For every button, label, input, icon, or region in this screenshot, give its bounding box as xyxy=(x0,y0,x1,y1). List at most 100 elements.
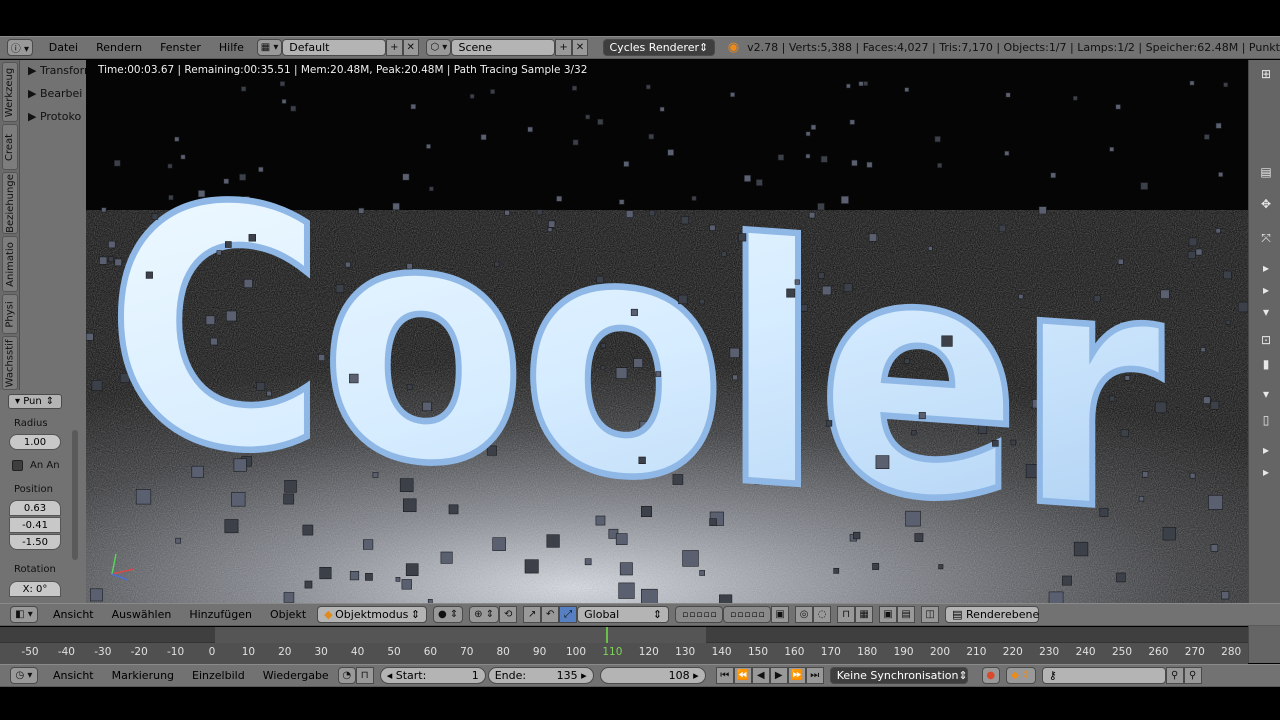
expand-arrow-icon[interactable]: ▸ xyxy=(1257,442,1275,458)
shading-dropdown[interactable]: ● ⇕ xyxy=(433,606,464,623)
translate-manipulator[interactable]: ↗ xyxy=(523,606,542,623)
lock-layers-button[interactable]: ▣ xyxy=(771,606,790,623)
menu-playback[interactable]: Wiedergabe xyxy=(254,669,338,682)
falloff-button[interactable]: ◌ xyxy=(813,606,832,623)
plus-icon[interactable]: ⊞ xyxy=(1257,66,1275,82)
rotation-x-field[interactable]: X: 0° xyxy=(9,581,61,597)
jump-start-button[interactable]: ⏮ xyxy=(715,667,734,684)
tab-werkzeug[interactable]: Werkzeug xyxy=(2,62,18,122)
menu-fenster[interactable]: Fenster xyxy=(151,41,210,54)
render-layer-toggle[interactable]: ◫ xyxy=(921,606,940,623)
debris-cube xyxy=(1187,251,1196,260)
add-layout-button[interactable]: + xyxy=(386,39,403,56)
clock-range-icon: ◔ xyxy=(342,670,352,681)
scale-manipulator[interactable]: ⤢ xyxy=(559,606,578,623)
remove-scene-button[interactable]: ✕ xyxy=(571,39,589,56)
keying-set-field[interactable]: ⚷ xyxy=(1041,667,1166,684)
collapse-arrow-icon[interactable]: ▾ xyxy=(1257,386,1275,402)
render-engine-dropdown[interactable]: Cycles Renderer ⇕ xyxy=(602,39,716,56)
panel-history[interactable]: ▶ Protoko xyxy=(28,110,81,123)
properties-editor-icon[interactable]: ▤ xyxy=(1257,164,1275,180)
rotation-label: Rotation xyxy=(14,564,56,575)
viewport-editor-type-button[interactable]: ◧ ▾ xyxy=(10,606,38,623)
prev-keyframe-button[interactable]: ⏪ xyxy=(733,667,752,684)
screen-layout-field[interactable]: Default xyxy=(282,39,387,56)
tab-grease-pencil[interactable]: Wachsstif xyxy=(2,336,18,390)
3d-viewport[interactable]: Cooler Time:00:03.67 | Remaining:00:35.5… xyxy=(86,60,1248,603)
transform-icon[interactable]: ⤧ xyxy=(1257,230,1275,246)
menu-rendern[interactable]: Rendern xyxy=(87,41,151,54)
orientation-dropdown[interactable]: Global ⇕ xyxy=(577,606,670,623)
tab-physics[interactable]: Physi xyxy=(2,294,18,334)
radius-field[interactable]: 1.00 xyxy=(9,434,61,450)
next-keyframe-button[interactable]: ⏩ xyxy=(787,667,806,684)
pin-icon[interactable]: ✥ xyxy=(1257,196,1275,212)
remove-layout-button[interactable]: ✕ xyxy=(402,39,419,56)
position-y-field[interactable]: -0.41 xyxy=(9,517,61,533)
menu-frame[interactable]: Einzelbild xyxy=(183,669,254,682)
timeline-editor[interactable]: -50 -40 -30 -20 -10 0 10 20 30 40 50 60 70 80 90 100 110… xyxy=(0,627,1248,664)
delete-keyframe-button[interactable]: ⚲ xyxy=(1183,667,1202,684)
expand-arrow-icon[interactable]: ▸ xyxy=(1257,260,1275,276)
position-x-field[interactable]: 0.63 xyxy=(9,500,61,516)
tab-relations[interactable]: Beziehunge xyxy=(2,172,18,234)
align-checkbox[interactable] xyxy=(12,460,23,471)
menu-view[interactable]: Ansicht xyxy=(44,608,103,621)
menu-marker[interactable]: Markierung xyxy=(103,669,183,682)
auto-keyframe-button[interactable]: ● xyxy=(981,667,1000,684)
add-scene-button[interactable]: + xyxy=(555,39,572,56)
snap-toggle[interactable]: ⊓ xyxy=(837,606,856,623)
menu-object[interactable]: Objekt xyxy=(261,608,315,621)
end-frame-field[interactable]: Ende: 135 ▸ xyxy=(487,667,594,684)
scene-field[interactable]: Scene xyxy=(451,39,556,56)
preview-range-toggle[interactable]: ◔ xyxy=(337,667,356,684)
expand-arrow-icon[interactable]: ▸ xyxy=(1257,464,1275,480)
screen-layout-selector[interactable]: ▦ ▾ xyxy=(256,39,283,56)
play-button[interactable]: ▶ xyxy=(769,667,788,684)
scene-selector[interactable]: ⬡ ▾ xyxy=(426,39,452,56)
editor-type-button[interactable]: ⓘ ▾ xyxy=(7,39,33,56)
play-reverse-button[interactable]: ◀ xyxy=(751,667,770,684)
opengl-anim-button[interactable]: ▤ xyxy=(897,606,916,623)
current-frame-field[interactable]: 108 ▸ xyxy=(599,667,706,684)
frame-range-highlight xyxy=(215,627,706,643)
keying-mode-dropdown[interactable]: ◆ ⇕ xyxy=(1005,667,1036,684)
layer-buttons-right[interactable]: ▫▫▫▫▫ xyxy=(723,606,772,623)
timeline-editor-type-button[interactable]: ◷ ▾ xyxy=(10,667,38,684)
opengl-render-button[interactable]: ▣ xyxy=(879,606,898,623)
menu-timeline-view[interactable]: Ansicht xyxy=(44,669,103,682)
snap-element-dropdown[interactable]: ▦ xyxy=(855,606,874,623)
sync-mode-dropdown[interactable]: Keine Synchronisation ⇕ xyxy=(829,667,968,684)
debris-cube xyxy=(90,588,103,602)
tab-create[interactable]: Creat xyxy=(2,124,18,170)
menu-add[interactable]: Hinzufügen xyxy=(180,608,261,621)
panel-scrollbar[interactable] xyxy=(72,430,78,560)
playhead[interactable] xyxy=(606,627,608,643)
menu-datei[interactable]: Datei xyxy=(40,41,87,54)
primitive-type-dropdown[interactable]: ▾ Pun ⇕ xyxy=(8,394,62,409)
render-layer-field[interactable]: ▤ Renderebene xyxy=(945,606,1039,623)
panel-transform[interactable]: ▶ Transform xyxy=(28,64,86,77)
menu-hilfe[interactable]: Hilfe xyxy=(210,41,253,54)
jump-end-button[interactable]: ⏭ xyxy=(805,667,824,684)
start-frame-field[interactable]: ◂ Start: 1 xyxy=(379,667,486,684)
proportional-edit-button[interactable]: ◎ xyxy=(795,606,814,623)
menu-select[interactable]: Auswählen xyxy=(103,608,181,621)
rotate-manipulator[interactable]: ↶ xyxy=(541,606,560,623)
tab-animation[interactable]: Animatio xyxy=(2,236,18,292)
panel-edit[interactable]: ▶ Bearbei xyxy=(28,87,82,100)
lock-time-toggle[interactable]: ⊓ xyxy=(355,667,374,684)
expand-arrow-icon[interactable]: ▸ xyxy=(1257,282,1275,298)
mode-dropdown[interactable]: ◆ Objektmodus ⇕ xyxy=(317,606,428,623)
position-z-field[interactable]: -1.50 xyxy=(9,534,61,550)
frame-tick-label: 80 xyxy=(496,646,510,658)
pivot-dropdown[interactable]: ⊕ ⇕ xyxy=(469,606,500,623)
field-icon[interactable]: ▯ xyxy=(1257,412,1275,428)
lock-icon[interactable]: ⊡ xyxy=(1257,332,1275,348)
layer-buttons-left[interactable]: ▫▫▫▫▫ xyxy=(675,606,724,623)
debris-cube xyxy=(810,124,817,130)
manipulator-toggle[interactable]: ⟲ xyxy=(499,606,518,623)
insert-keyframe-button[interactable]: ⚲ xyxy=(1165,667,1184,684)
collapse-arrow-icon[interactable]: ▾ xyxy=(1257,304,1275,320)
slider-icon[interactable]: ▮ xyxy=(1257,356,1275,372)
